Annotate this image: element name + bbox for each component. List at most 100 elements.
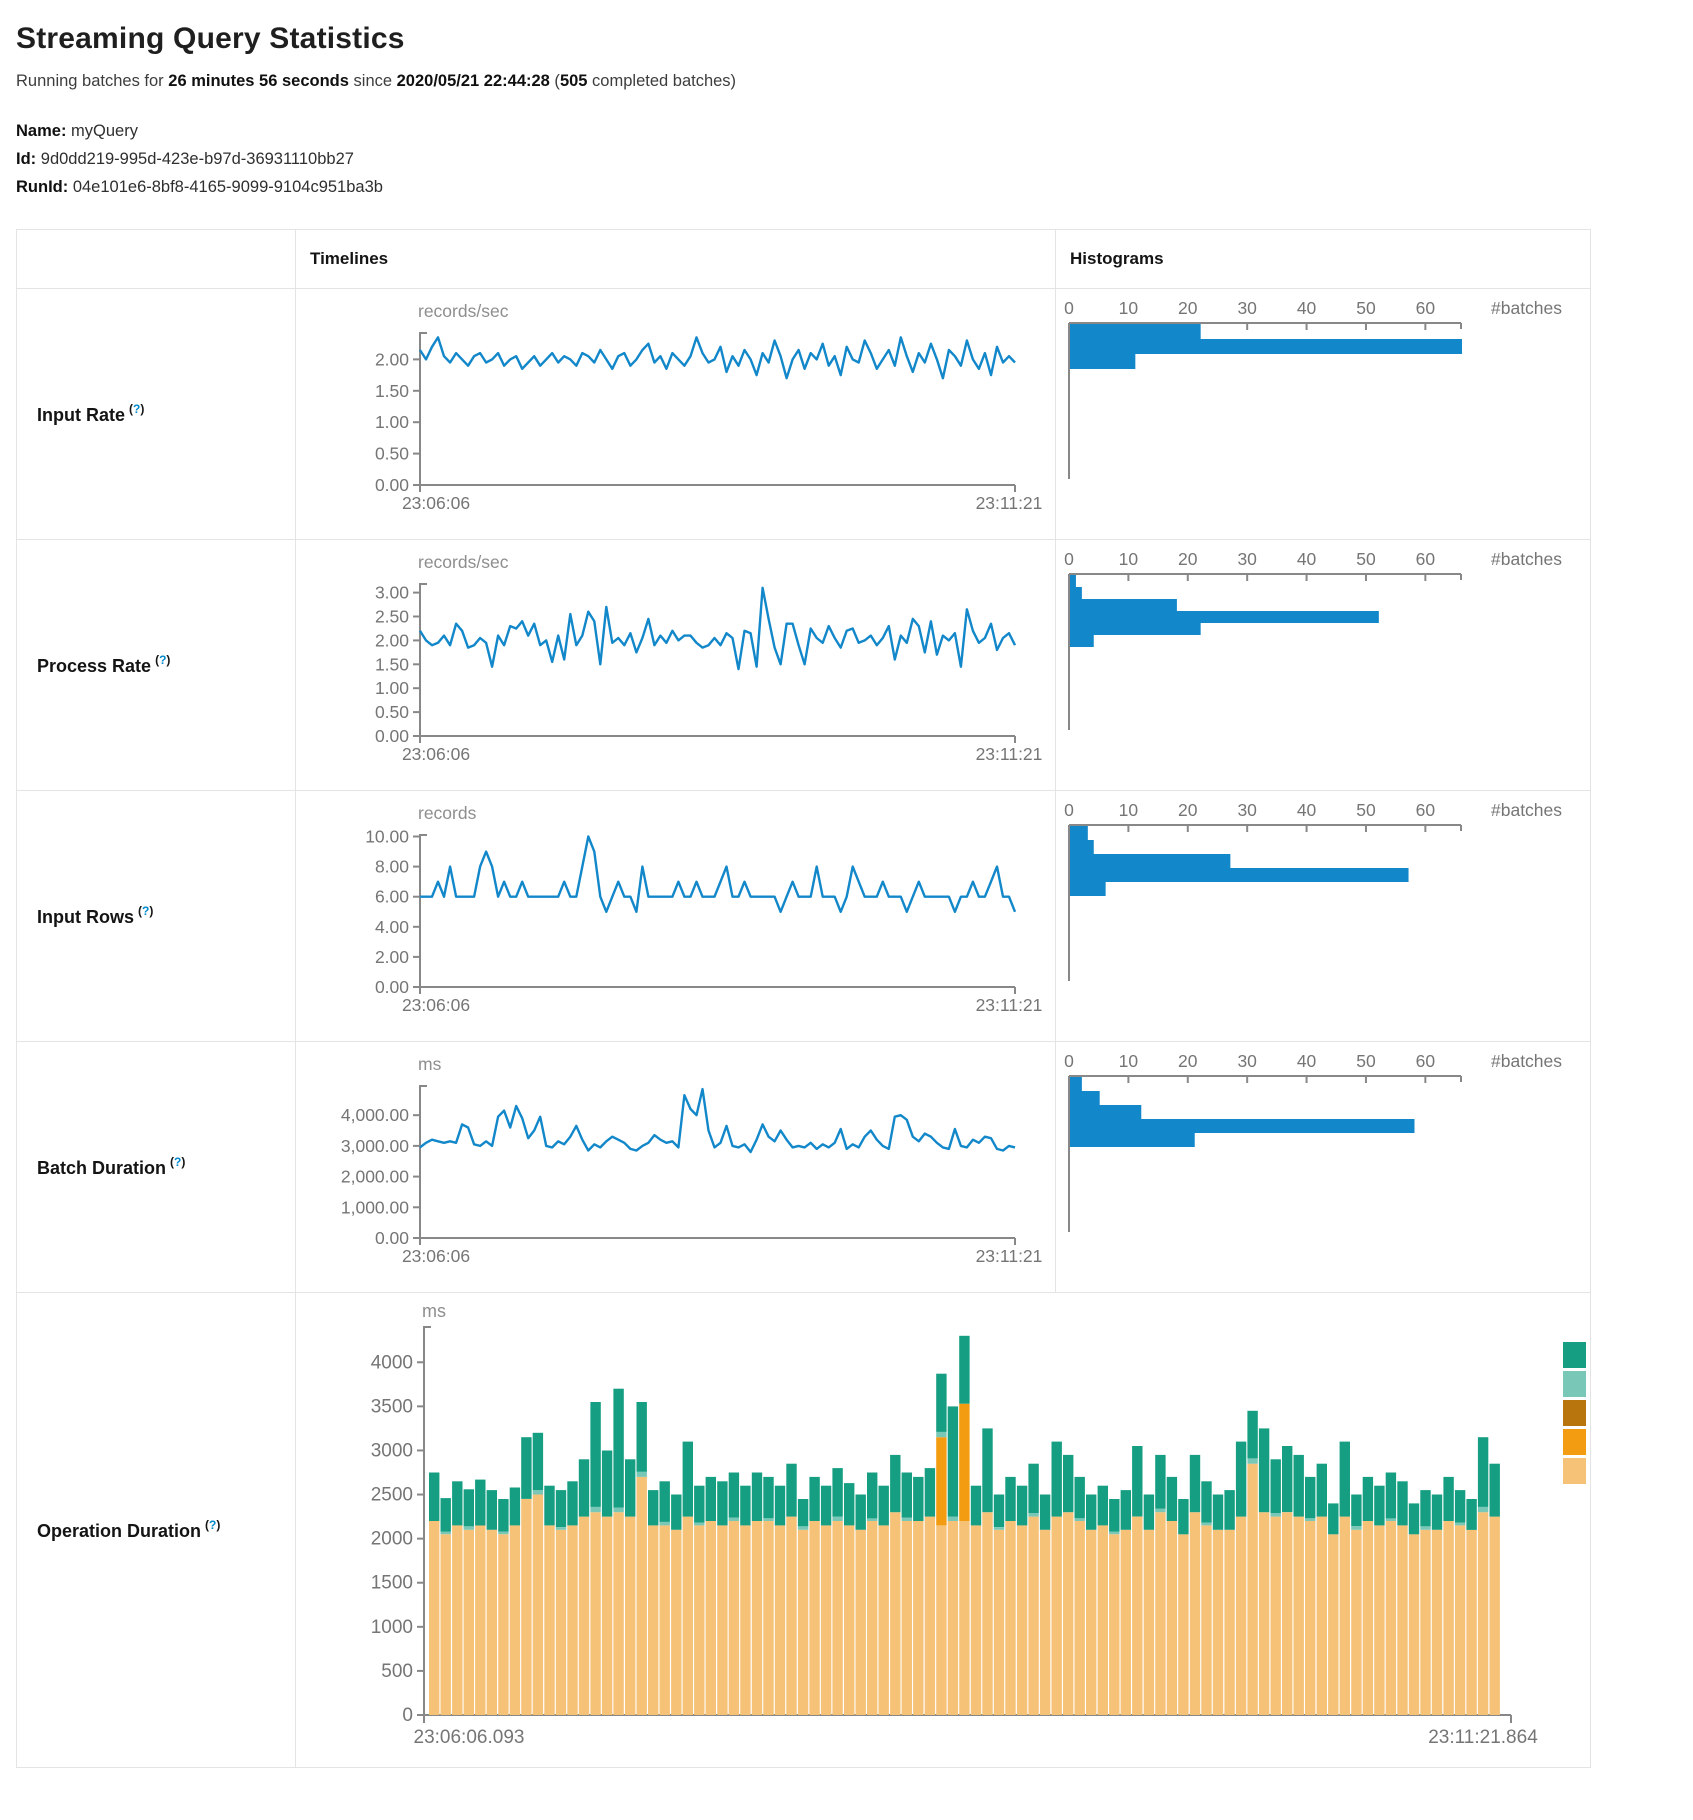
batch-duration-timeline-cell: ms4,000.003,000.002,000.001,000.000.0023… [296, 1042, 1056, 1293]
input-rate-help-icon[interactable]: (?) [129, 402, 144, 416]
batch-duration-label: Batch Duration(?) [17, 1042, 296, 1293]
svg-text:4,000.00: 4,000.00 [341, 1105, 409, 1125]
running-batches-summary: Running batches for 26 minutes 56 second… [16, 72, 1677, 91]
svg-text:0.50: 0.50 [375, 444, 409, 464]
svg-text:2.00: 2.00 [375, 630, 409, 650]
svg-text:500: 500 [381, 1661, 413, 1682]
svg-text:records/sec: records/sec [418, 301, 509, 321]
input-rows-timeline-cell: records10.008.006.004.002.000.0023:06:06… [296, 791, 1056, 1042]
svg-text:23:06:06: 23:06:06 [402, 1246, 470, 1266]
svg-text:23:11:21: 23:11:21 [976, 995, 1043, 1015]
svg-text:40: 40 [1297, 298, 1317, 318]
svg-text:10: 10 [1119, 549, 1139, 569]
input-rows-histogram-chart: 0102030405060#batches [1056, 795, 1589, 1035]
header-empty [17, 230, 296, 289]
svg-text:0.00: 0.00 [375, 977, 409, 997]
svg-text:#batches: #batches [1491, 298, 1562, 318]
operation-duration-stacked-chart: ms4000350030002500200015001000500023:06:… [296, 1297, 1590, 1763]
svg-text:0: 0 [402, 1705, 413, 1726]
svg-text:20: 20 [1178, 1051, 1198, 1071]
svg-text:4000: 4000 [371, 1352, 413, 1373]
svg-text:60: 60 [1416, 1051, 1436, 1071]
svg-text:40: 40 [1297, 1051, 1317, 1071]
running-duration: 26 minutes 56 seconds [168, 72, 349, 90]
svg-text:0.00: 0.00 [375, 475, 409, 495]
svg-text:ms: ms [422, 1301, 446, 1321]
svg-text:60: 60 [1416, 549, 1436, 569]
batch-duration-help-icon[interactable]: (?) [170, 1155, 185, 1169]
process-rate-row: Process Rate(?) records/sec3.002.502.001… [17, 540, 1591, 791]
svg-text:50: 50 [1356, 800, 1376, 820]
query-name-value: myQuery [71, 122, 138, 140]
svg-text:#batches: #batches [1491, 1051, 1562, 1071]
svg-text:4.00: 4.00 [375, 917, 409, 937]
svg-text:23:11:21: 23:11:21 [976, 744, 1043, 764]
svg-text:2,000.00: 2,000.00 [341, 1167, 409, 1187]
batch-duration-histogram-chart: 0102030405060#batches [1056, 1046, 1589, 1286]
svg-text:6.00: 6.00 [375, 887, 409, 907]
svg-text:23:06:06: 23:06:06 [402, 995, 470, 1015]
input-rate-histogram-chart: 0102030405060#batches [1056, 293, 1589, 533]
query-id-row: Id: 9d0dd219-995d-423e-b97d-36931110bb27 [16, 145, 1677, 173]
svg-text:1.50: 1.50 [375, 381, 409, 401]
svg-text:2500: 2500 [371, 1485, 413, 1506]
svg-text:20: 20 [1178, 549, 1198, 569]
svg-text:0: 0 [1064, 800, 1074, 820]
svg-text:30: 30 [1237, 298, 1257, 318]
svg-text:#batches: #batches [1491, 800, 1562, 820]
svg-text:0: 0 [1064, 1051, 1074, 1071]
process-rate-help-icon[interactable]: (?) [155, 653, 170, 667]
svg-text:10: 10 [1119, 1051, 1139, 1071]
header-timelines: Timelines [296, 230, 1056, 289]
svg-text:3000: 3000 [371, 1440, 413, 1461]
svg-text:23:11:21.864: 23:11:21.864 [1428, 1727, 1538, 1748]
svg-text:30: 30 [1237, 549, 1257, 569]
legend-swatch-0 [1563, 1342, 1586, 1368]
query-metadata: Name: myQuery Id: 9d0dd219-995d-423e-b97… [16, 117, 1677, 201]
process-rate-histogram-chart: 0102030405060#batches [1056, 544, 1589, 784]
svg-text:#batches: #batches [1491, 549, 1562, 569]
svg-text:ms: ms [418, 1054, 442, 1074]
svg-text:40: 40 [1297, 549, 1317, 569]
svg-text:30: 30 [1237, 1051, 1257, 1071]
svg-text:3,000.00: 3,000.00 [341, 1136, 409, 1156]
process-rate-label: Process Rate(?) [17, 540, 296, 791]
input-rate-timeline-cell: records/sec2.001.501.000.500.0023:06:062… [296, 289, 1056, 540]
query-id-value: 9d0dd219-995d-423e-b97d-36931110bb27 [41, 150, 354, 168]
svg-text:50: 50 [1356, 298, 1376, 318]
svg-text:1500: 1500 [371, 1573, 413, 1594]
svg-text:0.50: 0.50 [375, 702, 409, 722]
svg-text:10: 10 [1119, 298, 1139, 318]
streaming-query-statistics-page: Streaming Query Statistics Running batch… [0, 0, 1693, 1768]
input-rows-timeline-chart: records10.008.006.004.002.000.0023:06:06… [296, 795, 1054, 1035]
svg-text:23:11:21: 23:11:21 [976, 493, 1043, 513]
svg-text:2.50: 2.50 [375, 607, 409, 627]
svg-text:2000: 2000 [371, 1529, 413, 1550]
batch-duration-timeline-chart: ms4,000.003,000.002,000.001,000.000.0023… [296, 1046, 1054, 1286]
operation-duration-chart-cell: ms4000350030002500200015001000500023:06:… [296, 1293, 1591, 1768]
svg-text:1000: 1000 [371, 1617, 413, 1638]
operation-duration-help-icon[interactable]: (?) [205, 1518, 220, 1532]
svg-text:2.00: 2.00 [375, 349, 409, 369]
process-rate-timeline-cell: records/sec3.002.502.001.501.000.500.002… [296, 540, 1056, 791]
svg-text:3.00: 3.00 [375, 583, 409, 603]
summary-text: Running batches for [16, 72, 168, 90]
svg-text:8.00: 8.00 [375, 857, 409, 877]
svg-text:1.00: 1.00 [375, 412, 409, 432]
statistics-table: Timelines Histograms Input Rate(?) recor… [16, 229, 1591, 1768]
input-rate-label: Input Rate(?) [17, 289, 296, 540]
svg-text:10.00: 10.00 [365, 827, 409, 847]
input-rows-help-icon[interactable]: (?) [138, 904, 153, 918]
svg-text:2.00: 2.00 [375, 947, 409, 967]
header-histograms: Histograms [1056, 230, 1591, 289]
operation-duration-row: Operation Duration(?) ms4000350030002500… [17, 1293, 1591, 1768]
svg-text:40: 40 [1297, 800, 1317, 820]
legend-swatch-2 [1563, 1400, 1586, 1426]
svg-text:60: 60 [1416, 298, 1436, 318]
input-rows-label: Input Rows(?) [17, 791, 296, 1042]
start-timestamp: 2020/05/21 22:44:28 [397, 72, 550, 90]
legend-swatch-3 [1563, 1429, 1586, 1455]
svg-text:0: 0 [1064, 549, 1074, 569]
input-rate-timeline-chart: records/sec2.001.501.000.500.0023:06:062… [296, 293, 1054, 533]
page-title: Streaming Query Statistics [16, 22, 1677, 56]
